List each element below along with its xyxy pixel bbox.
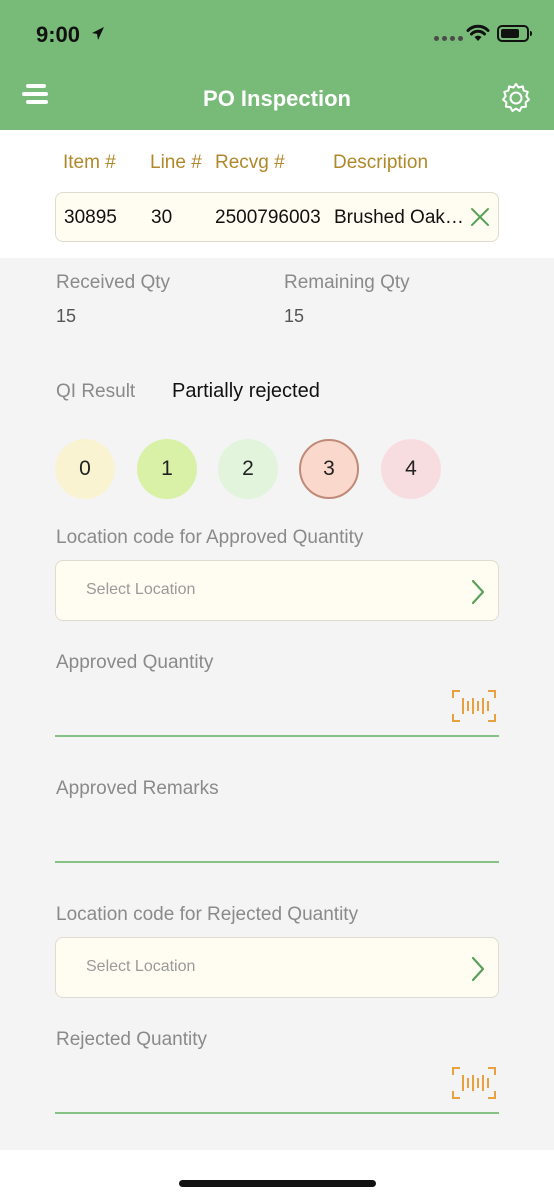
- qi-option-3-selected[interactable]: 3: [299, 439, 359, 499]
- rejected-location-placeholder: Select Location: [86, 958, 196, 975]
- qi-option-2[interactable]: 2: [218, 439, 278, 499]
- home-indicator[interactable]: [179, 1180, 376, 1187]
- column-header-description: Description: [333, 152, 429, 173]
- qi-option-0[interactable]: 0: [55, 439, 115, 499]
- rejected-quantity-underline: [55, 1112, 499, 1114]
- column-header-line: Line #: [150, 152, 202, 173]
- chevron-right-icon: [471, 956, 485, 982]
- approved-location-select[interactable]: Select Location: [55, 560, 499, 621]
- qi-result-label: QI Result: [56, 381, 136, 402]
- item-number: 30895: [64, 207, 117, 228]
- page-title: PO Inspection: [203, 86, 351, 111]
- item-description: Brushed Oak…: [334, 207, 464, 228]
- approved-remarks-input[interactable]: [55, 820, 499, 860]
- gear-icon[interactable]: [500, 82, 532, 114]
- approved-quantity-input[interactable]: [55, 694, 499, 734]
- barcode-scan-icon[interactable]: [451, 689, 497, 723]
- rejected-location-label: Location code for Rejected Quantity: [56, 904, 359, 925]
- rejected-location-select[interactable]: Select Location: [55, 937, 499, 998]
- remaining-qty-value: 15: [284, 306, 305, 326]
- qi-result-value: Partially rejected: [172, 380, 320, 402]
- cellular-signal-icon: [434, 36, 463, 41]
- location-arrow-icon: [92, 27, 104, 40]
- approved-quantity-label: Approved Quantity: [56, 652, 214, 673]
- bottom-safe-area: [0, 1150, 554, 1200]
- barcode-scan-icon[interactable]: [451, 1066, 497, 1100]
- received-qty-value: 15: [56, 306, 77, 326]
- approved-remarks-underline: [55, 861, 499, 863]
- wifi-icon: [466, 24, 490, 41]
- column-header-item: Item #: [63, 152, 116, 173]
- status-time: 9:00: [36, 22, 81, 47]
- rejected-quantity-label: Rejected Quantity: [56, 1029, 208, 1050]
- approved-location-label: Location code for Approved Quantity: [56, 527, 364, 548]
- approved-location-placeholder: Select Location: [86, 581, 196, 598]
- approved-remarks-label: Approved Remarks: [56, 778, 219, 799]
- rejected-quantity-input[interactable]: [55, 1071, 499, 1111]
- recvg-number: 2500796003: [215, 207, 321, 228]
- chevron-right-icon: [471, 579, 485, 605]
- close-icon[interactable]: [470, 207, 490, 227]
- approved-quantity-underline: [55, 735, 499, 737]
- qi-option-1[interactable]: 1: [137, 439, 197, 499]
- received-qty-label: Received Qty: [56, 272, 171, 293]
- item-table: Item # Line # Recvg # Description 30895 …: [0, 130, 554, 258]
- remaining-qty-label: Remaining Qty: [284, 272, 410, 293]
- qi-option-4[interactable]: 4: [381, 439, 441, 499]
- column-header-recvg: Recvg #: [215, 152, 285, 173]
- table-row[interactable]: 30895 30 2500796003 Brushed Oak…: [55, 192, 499, 242]
- line-number: 30: [151, 207, 173, 228]
- battery-icon: [497, 25, 532, 42]
- app-header: 9:00 PO Inspection: [0, 0, 554, 130]
